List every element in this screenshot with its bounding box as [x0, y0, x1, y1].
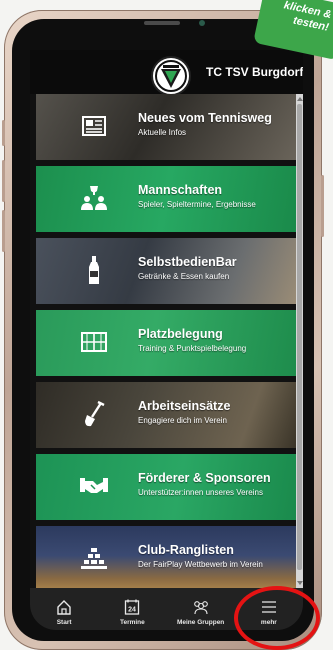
tile-court-booking[interactable]: Platzbelegung Training & Punktspielbeleg… — [36, 310, 296, 376]
highlight-circle — [234, 586, 320, 650]
handshake-icon — [78, 470, 110, 502]
team-trophy-icon — [78, 182, 110, 214]
tile-work-assignments[interactable]: Arbeitseinsätze Engagiere dich im Verein — [36, 382, 296, 448]
club-name: TC TSV Burgdorf — [206, 65, 303, 79]
phone-side-button — [2, 210, 5, 252]
app-screen: TC TSV Burgdorf Neues vom Tennisweg Aktu… — [30, 50, 303, 630]
newspaper-icon — [78, 110, 110, 142]
tile-subtitle: Training & Punktspielbelegung — [138, 344, 247, 353]
tile-club-rankings[interactable]: Club-Ranglisten Der FairPlay Wettbewerb … — [36, 526, 296, 592]
calendar-day-number: 24 — [128, 607, 136, 614]
tile-title: Club-Ranglisten — [138, 543, 234, 557]
club-logo — [151, 56, 191, 96]
bottle-icon — [78, 254, 110, 286]
phone-camera — [199, 20, 205, 26]
phone-side-button — [2, 120, 5, 146]
tile-background — [36, 526, 296, 592]
tab-termine[interactable]: 24 Termine — [98, 588, 166, 630]
tile-subtitle: Der FairPlay Wettbewerb im Verein — [138, 560, 263, 569]
ranking-pyramid-icon — [78, 542, 110, 574]
tile-list: Neues vom Tennisweg Aktuelle Infos Manns… — [36, 94, 296, 598]
tile-title: Förderer & Sponsoren — [138, 471, 271, 485]
tile-background — [36, 382, 296, 448]
tile-background — [36, 310, 296, 376]
tab-meine-gruppen[interactable]: Meine Gruppen — [167, 588, 235, 630]
shovel-icon — [78, 398, 110, 430]
calendar-icon: 24 — [124, 598, 140, 616]
tile-background — [36, 238, 296, 304]
scroll-down-icon[interactable] — [297, 581, 303, 585]
tile-background — [36, 94, 296, 160]
tile-title: Platzbelegung — [138, 327, 223, 341]
tile-title: Neues vom Tennisweg — [138, 111, 272, 125]
tile-title: SelbstbedienBar — [138, 255, 237, 269]
tab-label: Meine Gruppen — [176, 619, 225, 626]
tile-sponsors[interactable]: Förderer & Sponsoren Unterstützer:innen … — [36, 454, 296, 520]
scrollbar[interactable] — [296, 94, 303, 588]
tile-subtitle: Unterstützer:innen unseres Vereins — [138, 488, 263, 497]
tab-label: Start — [56, 619, 72, 626]
tile-subtitle: Getränke & Essen kaufen — [138, 272, 230, 281]
tile-teams[interactable]: Mannschaften Spieler, Spieltermine, Erge… — [36, 166, 296, 232]
tile-background — [36, 166, 296, 232]
groups-icon — [192, 598, 210, 616]
phone-side-button — [321, 175, 324, 237]
tile-news[interactable]: Neues vom Tennisweg Aktuelle Infos — [36, 94, 296, 160]
app-header: TC TSV Burgdorf — [30, 50, 303, 96]
tile-title: Mannschaften — [138, 183, 223, 197]
tile-background — [36, 454, 296, 520]
court-grid-icon — [78, 326, 110, 358]
tile-title: Arbeitseinsätze — [138, 399, 231, 413]
tile-selfservice-bar[interactable]: SelbstbedienBar Getränke & Essen kaufen — [36, 238, 296, 304]
tile-subtitle: Aktuelle Infos — [138, 128, 187, 137]
tab-label: Termine — [119, 619, 145, 626]
tile-subtitle: Spieler, Spieltermine, Ergebnisse — [138, 200, 256, 209]
home-icon — [56, 598, 72, 616]
tab-start[interactable]: Start — [30, 588, 98, 630]
phone-side-button — [2, 160, 5, 202]
scroll-thumb[interactable] — [297, 104, 302, 570]
scroll-up-icon[interactable] — [297, 97, 303, 101]
phone-speaker — [144, 21, 180, 25]
tile-subtitle: Engagiere dich im Verein — [138, 416, 227, 425]
